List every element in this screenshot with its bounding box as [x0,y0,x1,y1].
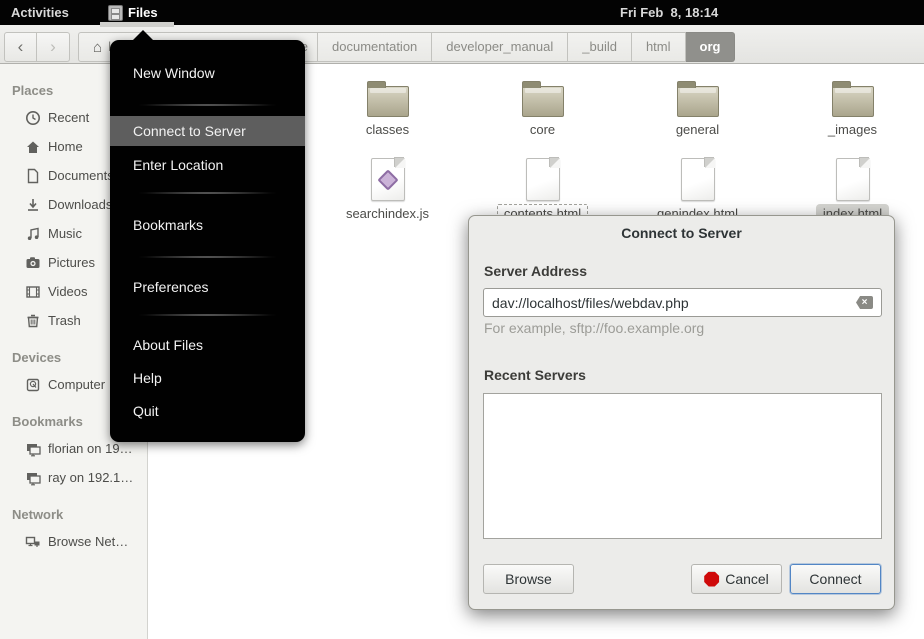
sidebar-item-label: Browse Net… [48,534,128,549]
file-searchindex-js[interactable]: searchindex.js [310,158,465,221]
sidebar-item-label: Pictures [48,255,95,270]
popup-arrow [132,30,154,41]
breadcrumb-documentation[interactable]: documentation [318,32,432,62]
drive-icon [25,377,41,393]
menu-item-quit[interactable]: Quit [110,396,305,426]
connect-button[interactable]: Connect [790,564,881,594]
sidebar-item-label: Downloads [48,197,112,212]
script-file-icon [371,158,405,201]
home-icon [25,139,41,155]
files-app-menu-popup: New Window Connect to Server Enter Locat… [110,40,305,442]
trash-icon [25,313,41,329]
sidebar-item-label: Home [48,139,83,154]
sidebar-item-label: Videos [48,284,88,299]
cancel-button-label: Cancel [725,571,769,587]
menu-item-connect-to-server[interactable]: Connect to Server [110,116,305,146]
menu-separator [110,256,305,258]
dialog-title: Connect to Server [469,225,894,241]
sidebar-item-label: Computer [48,377,105,392]
menu-item-preferences[interactable]: Preferences [110,272,305,302]
folder-classes[interactable]: classes [310,76,465,137]
file-label: classes [310,122,465,137]
script-diamond-glyph [377,169,398,190]
file-label: general [620,122,775,137]
camera-icon [25,255,41,271]
folder-icon [677,86,719,117]
menu-separator [110,314,305,316]
clear-entry-icon[interactable]: × [856,296,873,309]
sidebar-item-label: ray on 192.1… [48,470,133,485]
document-icon [25,168,41,184]
browse-button[interactable]: Browse [483,564,574,594]
sidebar-item-label: florian on 19… [48,441,133,456]
file-index-html-selected[interactable]: index.html [775,158,924,221]
menu-item-help[interactable]: Help [110,363,305,393]
connect-button-label: Connect [809,571,861,587]
menu-item-new-window[interactable]: New Window [110,58,305,88]
breadcrumb-developer-manual[interactable]: developer_manual [432,32,568,62]
file-genindex-html[interactable]: genindex.html [620,158,775,221]
home-icon: ⌂ [93,40,102,55]
html-file-icon [681,158,715,201]
music-icon [25,226,41,242]
menu-item-about-files[interactable]: About Files [110,330,305,360]
menu-separator [110,104,305,106]
folder-icon [367,86,409,117]
clock-icon [25,110,41,126]
folder-icon [522,86,564,117]
recent-servers-list[interactable] [483,393,882,539]
file-label: searchindex.js [310,206,465,221]
file-label: _images [775,122,924,137]
breadcrumb-html[interactable]: html [632,32,686,62]
sidebar-item-browse-network[interactable]: Browse Net… [0,527,148,556]
menu-separator [110,192,305,194]
breadcrumb-build[interactable]: _build [568,32,632,62]
sidebar-section-network: Network [0,500,148,529]
download-icon [25,197,41,213]
folder-images[interactable]: _images [775,76,924,137]
film-icon [25,284,41,300]
remote-computer-icon [25,470,41,486]
screen: Activities Files Fri Feb 8, 18:14 ‹ › ⌂ … [0,0,924,639]
cancel-stop-icon [704,572,719,587]
server-address-label: Server Address [484,263,587,279]
files-app-icon [108,5,123,21]
folder-icon [832,86,874,117]
html-file-icon [526,158,560,201]
sidebar-item-label: Trash [48,313,81,328]
network-icon [25,534,41,550]
app-menu-open-indicator [100,22,174,27]
clock[interactable]: Fri Feb 8, 18:14 [620,0,718,25]
breadcrumb-org-current[interactable]: org [686,32,736,62]
back-button[interactable]: ‹ [4,32,37,62]
folder-core[interactable]: core [465,76,620,137]
activities-button[interactable]: Activities [11,0,69,25]
sidebar-item-label: Documents [48,168,114,183]
sidebar-item-label: Recent [48,110,89,125]
html-file-icon [836,158,870,201]
remote-computer-icon [25,441,41,457]
forward-button[interactable]: › [37,32,70,62]
server-address-input[interactable]: dav://localhost/files/webdav.php × [483,288,882,317]
nav-buttons: ‹ › [4,32,70,62]
folder-general[interactable]: general [620,76,775,137]
sidebar-item-label: Music [48,226,82,241]
server-address-value: dav://localhost/files/webdav.php [492,295,856,311]
menu-item-enter-location[interactable]: Enter Location [110,150,305,180]
browse-button-label: Browse [505,571,552,587]
menu-item-bookmarks[interactable]: Bookmarks [110,210,305,240]
file-label: core [465,122,620,137]
file-contents-html[interactable]: contents.html [465,158,620,221]
connect-to-server-dialog: Connect to Server Server Address dav://l… [468,215,895,610]
cancel-button[interactable]: Cancel [691,564,782,594]
sidebar-item-ray-server[interactable]: ray on 192.1… [0,463,148,492]
server-address-hint: For example, sftp://foo.example.org [484,320,704,336]
recent-servers-label: Recent Servers [484,367,586,383]
